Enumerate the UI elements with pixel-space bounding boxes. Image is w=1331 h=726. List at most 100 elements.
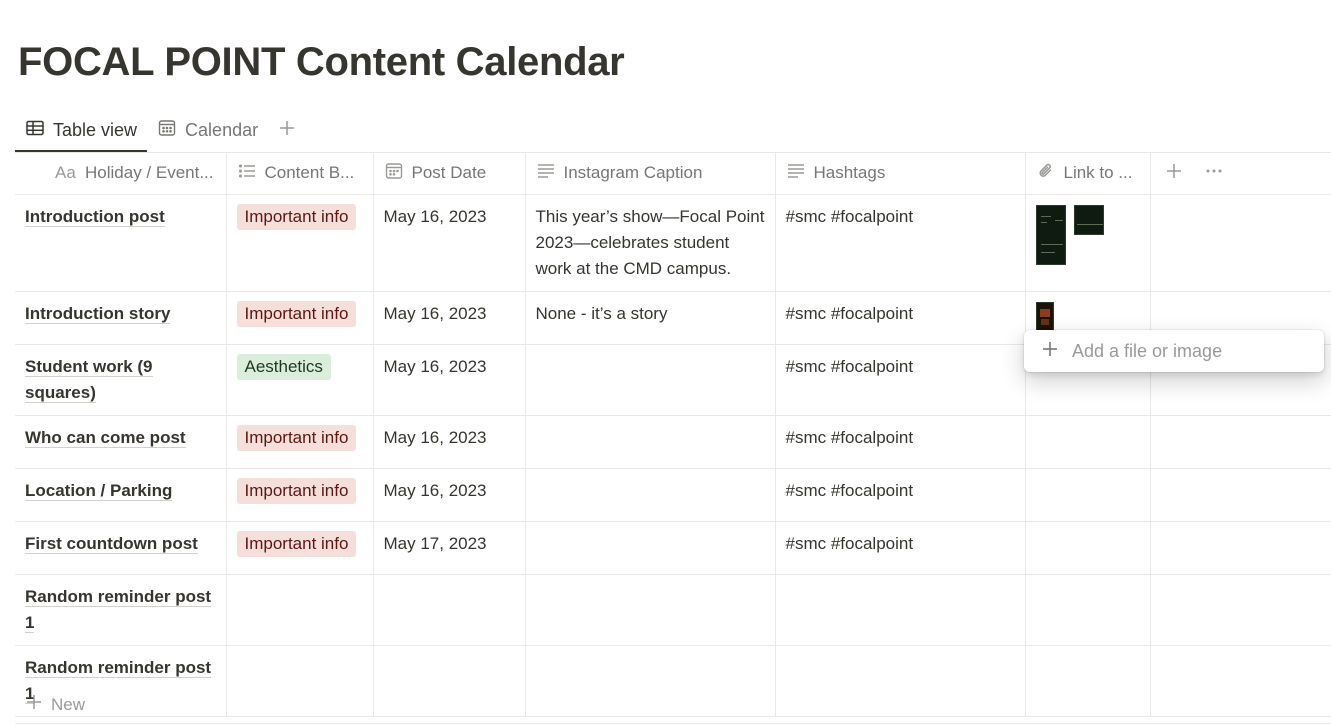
row-title[interactable]: Introduction post (25, 206, 165, 227)
row-title[interactable]: Introduction story (25, 303, 171, 324)
more-options-icon[interactable] (1205, 162, 1223, 185)
content-bucket-cell[interactable]: Aesthetics (226, 344, 374, 416)
content-bucket-cell[interactable]: Important info (226, 468, 374, 522)
paperclip-icon (1036, 161, 1056, 186)
new-row-button[interactable]: New (15, 686, 1331, 724)
table-row[interactable]: Introduction post Important info May 16,… (15, 194, 1331, 292)
add-property-icon[interactable] (1165, 162, 1183, 185)
table-header-row: Aa Holiday / Event... Content B... Post … (15, 153, 1331, 195)
calendar-icon (384, 161, 404, 186)
list-icon (237, 161, 257, 186)
title-cell[interactable]: Random reminder post 1 (15, 574, 227, 646)
caption-cell[interactable] (525, 415, 776, 469)
row-title[interactable]: Student work (9 squares) (25, 356, 153, 403)
tab-label: Calendar (185, 119, 259, 140)
content-bucket-cell[interactable]: Important info (226, 194, 374, 292)
table-row[interactable]: Who can come post Important info May 16,… (15, 415, 1331, 469)
title-cell[interactable]: Introduction post (15, 194, 227, 292)
column-header-post-date[interactable]: Post Date (373, 153, 526, 195)
column-header-hashtags[interactable]: Hashtags (775, 153, 1026, 195)
add-file-popover[interactable]: Add a file or image (1024, 330, 1324, 372)
view-tabs: Table view Calendar (15, 108, 302, 152)
link-cell[interactable] (1025, 468, 1151, 522)
column-header-instagram-caption[interactable]: Instagram Caption (525, 153, 776, 195)
row-title[interactable]: Location / Parking (25, 480, 173, 501)
caption-cell[interactable] (525, 521, 776, 575)
hashtags-cell[interactable]: #smc #focalpoint (775, 291, 1026, 345)
table-row[interactable]: Random reminder post 1 (15, 574, 1331, 646)
column-label: Post Date (411, 163, 487, 183)
title-cell[interactable]: First countdown post (15, 521, 227, 575)
database-table: Aa Holiday / Event... Content B... Post … (15, 153, 1331, 717)
image-thumbnail[interactable] (1073, 204, 1104, 235)
column-label: Hashtags (813, 163, 886, 183)
post-date-cell[interactable]: May 16, 2023 (373, 468, 526, 522)
hashtags-cell[interactable]: #smc #focalpoint (775, 194, 1026, 292)
calendar-icon (157, 118, 177, 143)
hashtags-cell[interactable]: #smc #focalpoint (775, 521, 1026, 575)
post-date-cell[interactable] (373, 574, 526, 646)
caption-cell[interactable] (525, 574, 776, 646)
column-label: Holiday / Event... (85, 163, 214, 183)
link-cell[interactable] (1025, 521, 1151, 575)
content-bucket-cell[interactable]: Important info (226, 415, 374, 469)
post-date-cell[interactable]: May 16, 2023 (373, 194, 526, 292)
column-label: Instagram Caption (563, 163, 703, 183)
page-title: FOCAL POINT Content Calendar (18, 40, 625, 84)
tab-calendar[interactable]: Calendar (147, 108, 268, 152)
content-bucket-tag: Important info (236, 300, 357, 327)
column-header-title[interactable]: Aa Holiday / Event... (15, 153, 227, 195)
text-lines-icon (536, 161, 556, 186)
caption-cell[interactable]: This year’s show—Focal Point 2023—celebr… (525, 194, 776, 292)
title-cell[interactable]: Location / Parking (15, 468, 227, 522)
add-view-button[interactable] (272, 115, 302, 145)
content-bucket-tag: Important info (236, 477, 357, 504)
content-bucket-tag: Important info (236, 530, 357, 557)
link-cell[interactable] (1025, 194, 1151, 292)
column-label: Content B... (264, 163, 355, 183)
post-date-cell[interactable]: May 16, 2023 (373, 415, 526, 469)
empty-cell (1150, 521, 1331, 575)
row-title[interactable]: First countdown post (25, 533, 198, 554)
content-bucket-cell[interactable] (226, 574, 374, 646)
content-bucket-cell[interactable]: Important info (226, 291, 374, 345)
hashtags-cell[interactable]: #smc #focalpoint (775, 344, 1026, 416)
content-bucket-tag: Aesthetics (236, 353, 331, 380)
hashtags-cell[interactable] (775, 574, 1026, 646)
empty-cell (1150, 194, 1331, 292)
post-date-cell[interactable]: May 16, 2023 (373, 291, 526, 345)
title-cell[interactable]: Student work (9 squares) (15, 344, 227, 416)
row-title[interactable]: Random reminder post 1 (25, 586, 212, 633)
post-date-cell[interactable]: May 17, 2023 (373, 521, 526, 575)
link-cell[interactable] (1025, 574, 1151, 646)
link-cell[interactable] (1025, 415, 1151, 469)
column-label: Link to ... (1063, 163, 1133, 183)
column-header-actions (1150, 153, 1331, 195)
column-header-content-bucket[interactable]: Content B... (226, 153, 374, 195)
empty-cell (1150, 415, 1331, 469)
table-icon (25, 118, 45, 143)
title-cell[interactable]: Who can come post (15, 415, 227, 469)
image-thumbnail[interactable] (1035, 204, 1066, 265)
image-thumbnail[interactable] (1035, 301, 1054, 332)
table-row[interactable]: First countdown post Important info May … (15, 521, 1331, 575)
caption-cell[interactable]: None - it’s a story (525, 291, 776, 345)
empty-cell (1150, 468, 1331, 522)
text-lines-icon (786, 161, 806, 186)
post-date-cell[interactable]: May 16, 2023 (373, 344, 526, 416)
empty-cell (1150, 574, 1331, 646)
caption-cell[interactable] (525, 344, 776, 416)
content-bucket-tag: Important info (236, 203, 357, 230)
column-header-link[interactable]: Link to ... (1025, 153, 1151, 195)
row-title[interactable]: Who can come post (25, 427, 186, 448)
content-bucket-cell[interactable]: Important info (226, 521, 374, 575)
title-cell[interactable]: Introduction story (15, 291, 227, 345)
hashtags-cell[interactable]: #smc #focalpoint (775, 468, 1026, 522)
table-row[interactable]: Location / Parking Important info May 16… (15, 468, 1331, 522)
new-row-label: New (51, 694, 86, 714)
plus-icon (25, 693, 43, 716)
tab-table-view[interactable]: Table view (15, 108, 148, 152)
caption-cell[interactable] (525, 468, 776, 522)
hashtags-cell[interactable]: #smc #focalpoint (775, 415, 1026, 469)
plus-icon (1040, 339, 1060, 364)
